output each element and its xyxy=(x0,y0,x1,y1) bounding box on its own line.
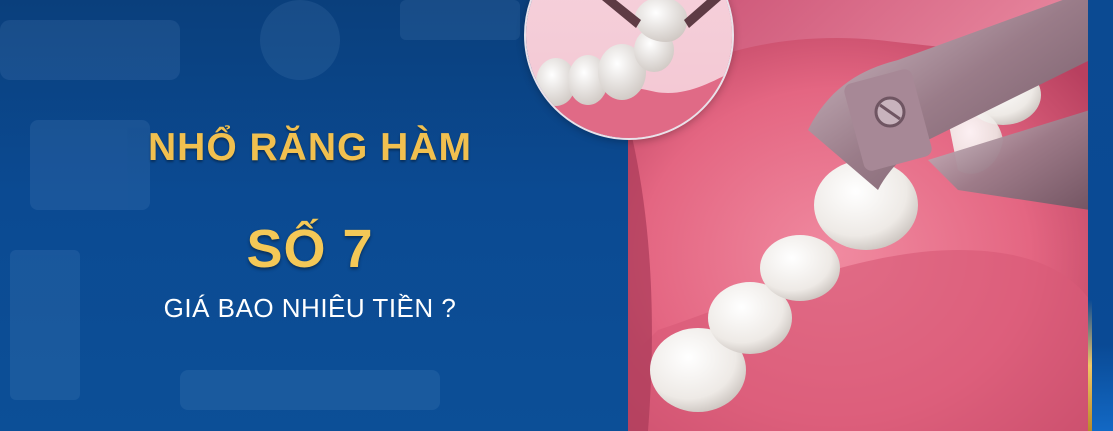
headline-line-2: SỐ 7 xyxy=(246,219,374,279)
gold-accent-line xyxy=(1088,300,1092,431)
headline-subtitle: GIÁ BAO NHIÊU TIỀN ? xyxy=(163,293,457,323)
banner: NHỔ RĂNG HÀM SỐ 7 GIÁ BAO NHIÊU TIỀN ? xyxy=(0,0,1113,431)
headline-line-1: NHỔ RĂNG HÀM xyxy=(148,126,472,169)
